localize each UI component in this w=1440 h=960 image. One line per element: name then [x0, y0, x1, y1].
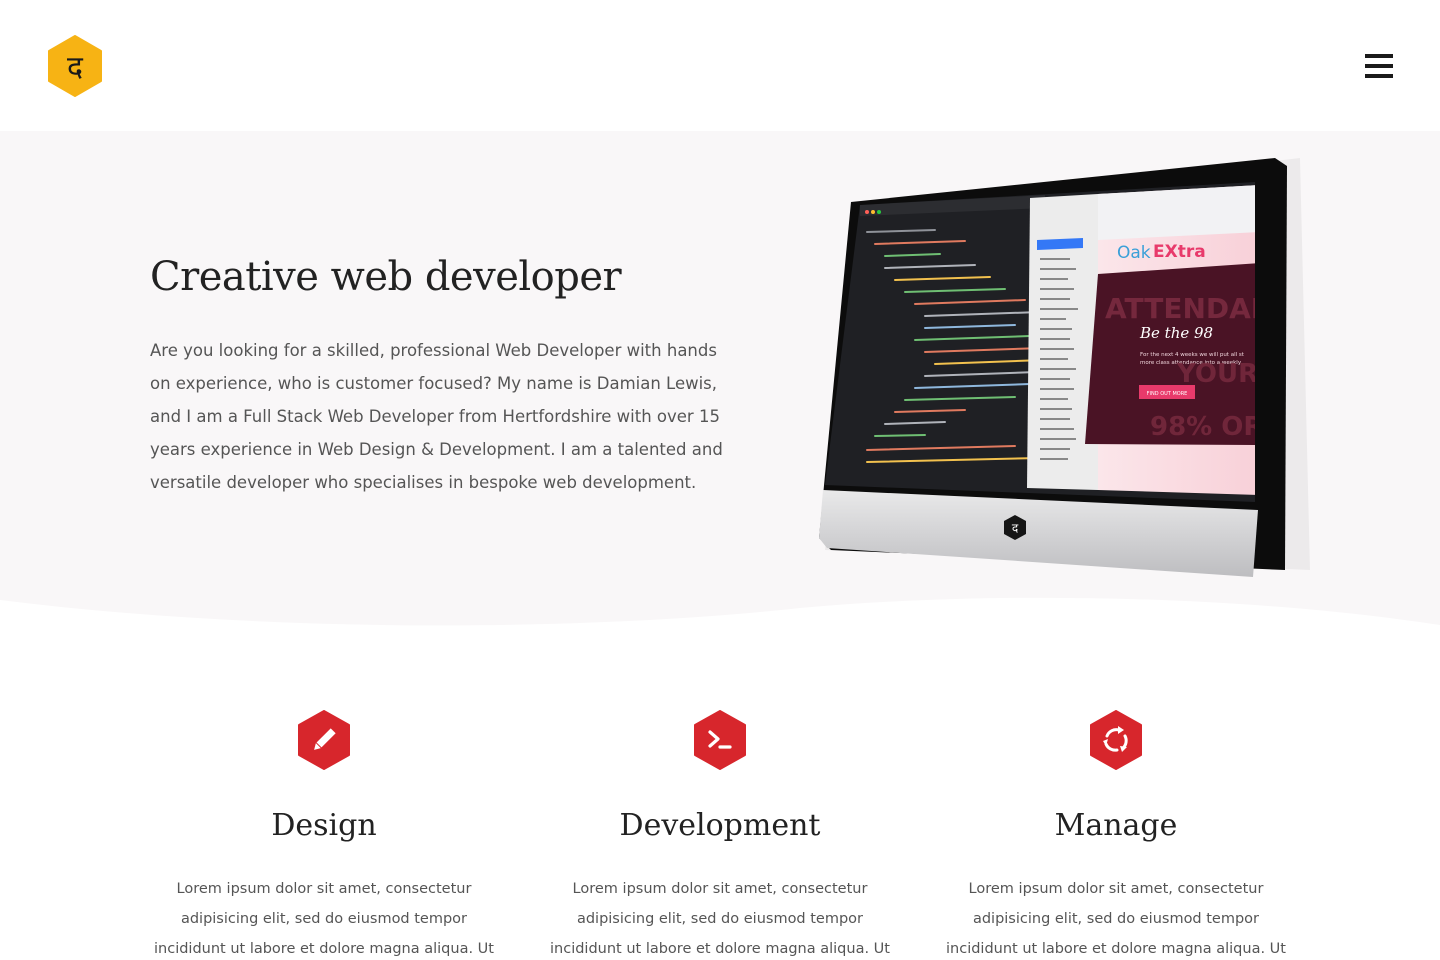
logo-glyph: द: [67, 50, 84, 85]
hero-title: Creative web developer: [150, 254, 622, 300]
site-header: द: [0, 0, 1440, 131]
service-title: Development: [619, 808, 821, 843]
refresh-cycle-icon: [1090, 710, 1142, 770]
screen-banner-sub-1: For the next 4 weeks we will put all st: [1140, 352, 1245, 358]
service-text: Lorem ipsum dolor sit amet, consectetur …: [550, 881, 890, 957]
screen-brand-extra: EXtra: [1153, 242, 1206, 262]
service-title: Manage: [1054, 808, 1178, 843]
service-text: Lorem ipsum dolor sit amet, consectetur …: [946, 881, 1286, 957]
service-development: Development Lorem ipsum dolor sit amet, …: [540, 680, 900, 960]
pencil-icon: [298, 710, 350, 770]
hamburger-menu-icon[interactable]: [1362, 51, 1396, 81]
hero-wave-divider: [0, 597, 1440, 635]
service-design: Design Lorem ipsum dolor sit amet, conse…: [144, 680, 504, 960]
service-text: Lorem ipsum dolor sit amet, consectetur …: [154, 881, 494, 957]
terminal-icon: [694, 710, 746, 770]
imac-screenshot-image: Oak EXtra ATTENDANC Be the 98 For the ne…: [819, 158, 1310, 577]
screen-brand-oak: Oak: [1117, 243, 1151, 263]
service-manage: Manage Lorem ipsum dolor sit amet, conse…: [936, 680, 1296, 960]
screen-banner-button: FIND OUT MORE: [1147, 391, 1188, 397]
hero-description: Are you looking for a skilled, professio…: [150, 341, 723, 492]
service-title: Design: [271, 808, 377, 843]
monitor-badge-glyph: द: [1012, 521, 1019, 535]
screen-banner-heading: Be the 98: [1139, 324, 1213, 342]
hexagon-logo-icon[interactable]: द: [47, 35, 103, 97]
